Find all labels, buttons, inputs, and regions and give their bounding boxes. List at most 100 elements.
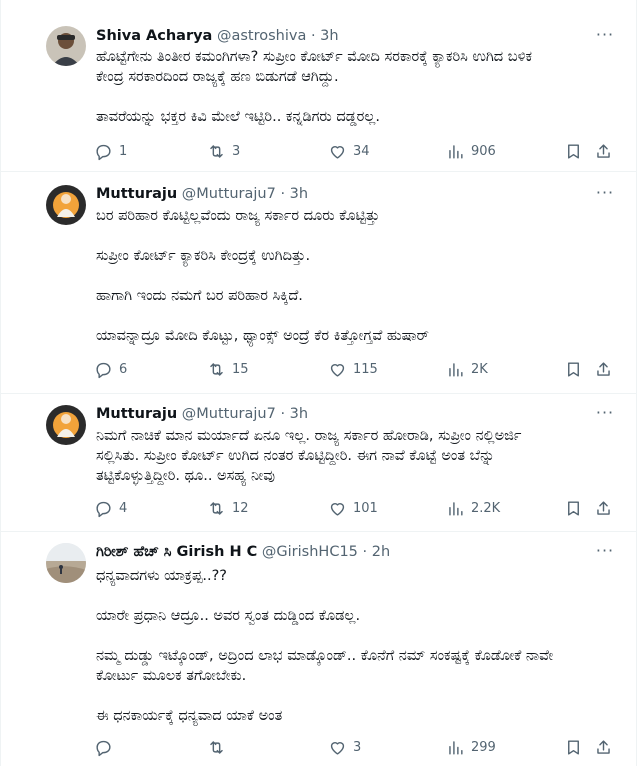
timestamp[interactable]: · 3h [280,186,308,202]
avatar[interactable] [46,405,86,445]
retweet-icon [210,144,223,158]
tweet[interactable]: Mutturaju @Mutturaju7 · 3h ··· ನಿಮಗೆ ನಾಚ… [1,394,637,532]
retweet-button[interactable]: 12 [207,497,249,519]
timestamp[interactable]: · 2h [363,544,391,560]
view-count: 2K [471,361,488,377]
like-button[interactable]: 115 [328,358,378,380]
reply-icon [96,740,111,756]
share-button[interactable] [594,140,613,162]
tweet-text: ಹೊಟ್ಟೆಗೇನು ತಿಂತೀರ ಕಮಂಗಿಗಳಾ? ಸುಪ್ರೀಂ ಕೋರ್… [96,47,616,127]
retweet-count: 12 [232,500,249,516]
retweet-count: 15 [232,361,249,377]
like-button[interactable]: 101 [328,497,378,519]
views-icon [449,362,463,377]
reply-button[interactable]: 6 [94,358,127,380]
tweet-line [96,266,616,286]
display-name[interactable]: Mutturaju [96,406,177,422]
like-button[interactable]: 3 [328,736,361,758]
timeline-feed: Shiva Acharya @astroshiva · 3h ··· ಹೊಟ್ಟ… [0,0,637,766]
share-icon [597,361,610,376]
tweet-header: Shiva Acharya @astroshiva · 3h [96,26,339,46]
tweet-line: ಈ ಧನಕಾರ್ಯಕ್ಕೆ ಧನ್ಯವಾದ ಯಾಕೆ ಅಂತ [96,708,283,724]
tweet-text: ನಿಮಗೆ ನಾಚಿಕೆ ಮಾನ ಮರ್ಯಾದೆ ಏನೂ ಇಲ್ಲ. ರಾಜ್ಯ… [96,426,616,486]
more-icon[interactable]: ··· [594,543,616,564]
tweet-line: ಸಲ್ಲಿಸಿತು. ಸುಪ್ರೀಂ ಕೋರ್ಟ್ ಉಗಿದ ನಂತರ ಕೊಟ್… [96,448,495,464]
reply-count: 6 [119,361,128,377]
share-icon [597,500,610,515]
share-icon [597,739,610,754]
share-icon [597,143,610,158]
tweet-line [96,306,616,326]
views-button[interactable]: 2.2K [446,497,500,519]
tweet-actions: 3 299 [94,736,616,758]
bookmark-button[interactable] [564,140,583,162]
tweet-line: ತಾವರೆಯನ್ನು ಭಕ್ತರ ಕಿವಿ ಮೇಲೆ ಇಟ್ಟಿರಿ.. ಕನ್… [96,109,380,125]
tweet[interactable]: Shiva Acharya @astroshiva · 3h ··· ಹೊಟ್ಟ… [1,0,637,172]
retweet-icon [210,501,223,515]
reply-button[interactable]: 1 [94,140,127,162]
views-button[interactable]: 906 [446,140,496,162]
retweet-icon [210,362,223,376]
views-button[interactable]: 2K [446,358,488,380]
tweet-line: ಬರ ಪರಿಹಾರ ಕೊಟ್ಟಿಲ್ಲವೆಂದು ರಾಜ್ಯ ಸರ್ಕಾರ ದೂ… [96,208,380,224]
tweet-line: ಯಾರೇ ಪ್ರಧಾನಿ ಆದ್ರೂ.. ಅವರ ಸ್ವಂತ ದುಡ್ಡಿಂದ … [96,608,361,624]
reply-icon [96,362,111,378]
tweet-line: ಧನ್ಯವಾದಗಳು ಯಾಕ್ರಪ್ಪ..?? [96,568,227,584]
tweet-line: ನಿಮಗೆ ನಾಚಿಕೆ ಮಾನ ಮರ್ಯಾದೆ ಏನೂ ಇಲ್ಲ. ರಾಜ್ಯ… [96,428,522,444]
user-handle[interactable]: @GirishHC15 [262,544,358,560]
reply-button[interactable]: 4 [94,497,127,519]
tweet[interactable]: Mutturaju @Mutturaju7 · 3h ··· ಬರ ಪರಿಹಾರ… [1,172,637,394]
user-handle[interactable]: @astroshiva [217,28,306,44]
tweet-text: ಧನ್ಯವಾದಗಳು ಯಾಕ್ರಪ್ಪ..?? ಯಾರೇ ಪ್ರಧಾನಿ ಆದ್… [96,566,616,726]
bookmark-icon [568,361,579,377]
heart-icon [330,145,345,159]
retweet-count: 3 [232,143,241,159]
bookmark-button[interactable] [564,358,583,380]
like-count: 115 [353,361,378,377]
avatar[interactable] [46,26,86,66]
retweet-button[interactable] [207,736,232,758]
tweet-header: Mutturaju @Mutturaju7 · 3h [96,404,308,424]
retweet-button[interactable]: 3 [207,140,240,162]
share-button[interactable] [594,497,613,519]
tweet-line [96,626,616,646]
more-icon[interactable]: ··· [594,405,616,426]
timestamp[interactable]: · 3h [280,406,308,422]
bookmark-button[interactable] [564,736,583,758]
display-name[interactable]: Mutturaju [96,186,177,202]
avatar[interactable] [46,543,86,583]
timestamp[interactable]: · 3h [311,28,339,44]
tweet-header: ಗಿರೀಶ್ ಹೆಚ್ ಸಿ Girish H C @GirishHC15 · … [96,542,390,562]
tweet[interactable]: ಗಿರೀಶ್ ಹೆಚ್ ಸಿ Girish H C @GirishHC15 · … [1,532,637,766]
retweet-button[interactable]: 15 [207,358,249,380]
avatar[interactable] [46,185,86,225]
more-icon[interactable]: ··· [594,185,616,206]
retweet-icon [210,740,223,754]
share-button[interactable] [594,358,613,380]
tweet-line: ನಮ್ಮ ದುಡ್ಡು ಇಟ್ಕೊಂಡ್, ಅದ್ರಿಂದ ಲಾಭ ಮಾಡ್ಕೊ… [96,648,554,664]
heart-icon [330,363,345,377]
reply-button[interactable] [94,736,119,758]
display-name[interactable]: Shiva Acharya [96,28,212,44]
tweet-actions: 4 12 101 2.2K [94,497,616,519]
like-count: 3 [353,739,362,755]
share-button[interactable] [594,736,613,758]
more-icon[interactable]: ··· [594,27,616,48]
views-button[interactable]: 299 [446,736,496,758]
display-name[interactable]: ಗಿರೀಶ್ ಹೆಚ್ ಸಿ Girish H C [96,544,257,560]
tweet-line: ಕೇಂದ್ರ ಸರಕಾರದಿಂದ ರಾಜ್ಯಕ್ಕೆ ಹಣ ಬಿಡುಗಡೆ ಆಗ… [96,69,339,85]
user-handle[interactable]: @Mutturaju7 [182,406,276,422]
view-count: 2.2K [471,500,501,516]
bookmark-button[interactable] [564,497,583,519]
heart-icon [330,502,345,516]
tweet-line: ಸುಪ್ರೀಂ ಕೋರ್ಟ್ ಕ್ಯಾಕರಿಸಿ ಕೇಂದ್ರಕ್ಕೆ ಉಗಿದ… [96,248,311,264]
like-count: 101 [353,500,378,516]
user-handle[interactable]: @Mutturaju7 [182,186,276,202]
reply-icon [96,501,111,517]
views-icon [449,501,463,516]
tweet-line: ಹಾಗಾಗಿ ಇಂದು ನಮಗೆ ಬರ ಪರಿಹಾರ ಸಿಕ್ಕಿದೆ. [96,288,303,304]
tweet-text: ಬರ ಪರಿಹಾರ ಕೊಟ್ಟಿಲ್ಲವೆಂದು ರಾಜ್ಯ ಸರ್ಕಾರ ದೂ… [96,206,616,346]
tweet-line [96,226,616,246]
tweet-actions: 6 15 115 2K [94,358,616,380]
like-button[interactable]: 34 [328,140,370,162]
